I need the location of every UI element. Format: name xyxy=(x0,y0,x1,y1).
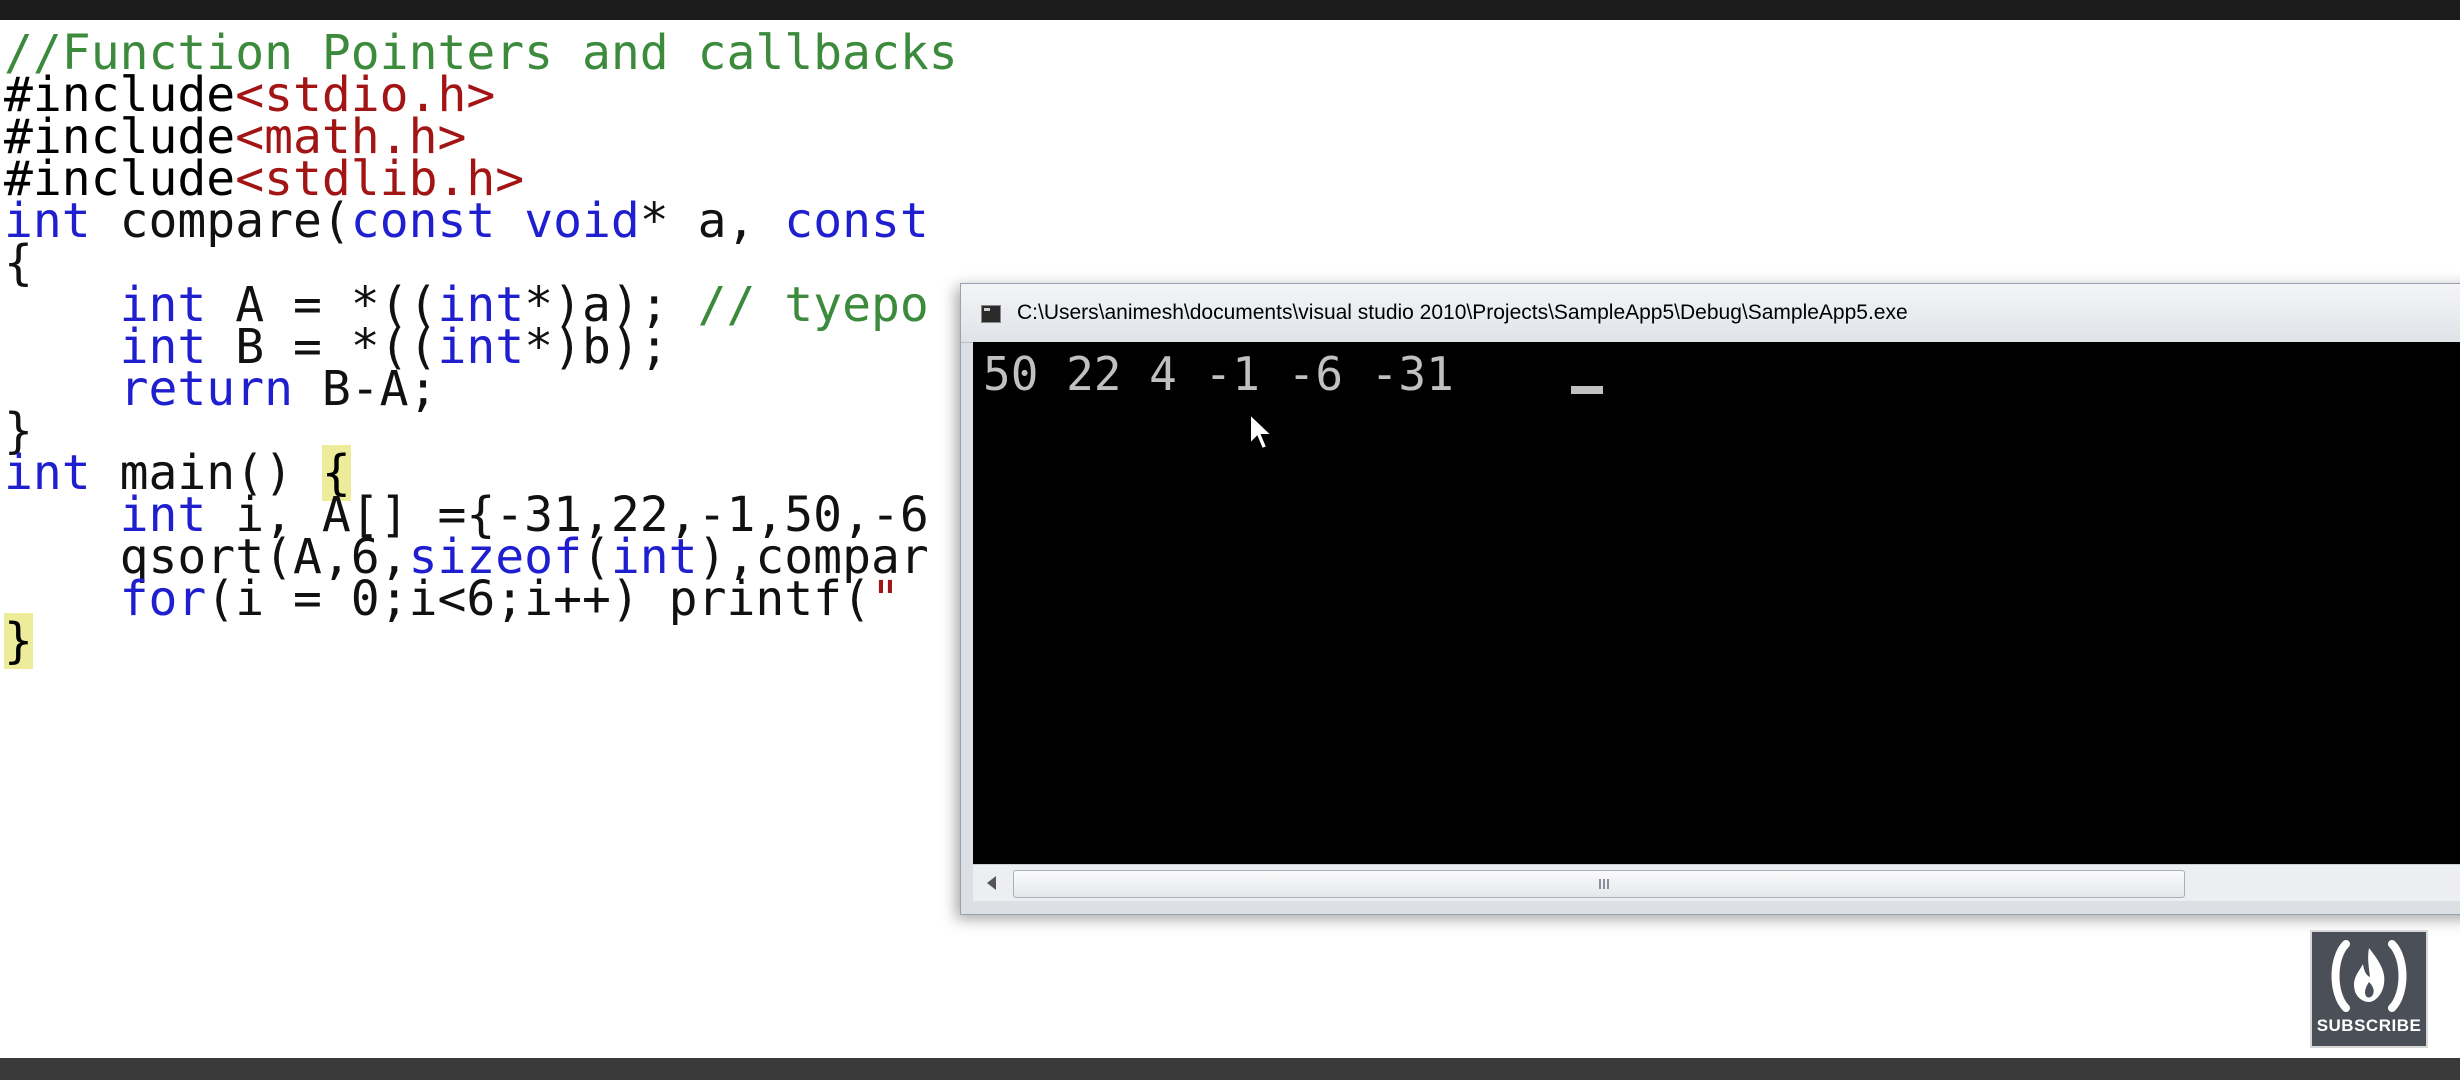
scrollbar-thumb[interactable] xyxy=(1013,870,2185,898)
code-token: *)b); xyxy=(524,319,669,375)
code-token: compare( xyxy=(90,193,351,249)
console-window[interactable]: C:\Users\animesh\documents\visual studio… xyxy=(960,283,2460,915)
horizontal-scrollbar[interactable] xyxy=(973,864,2460,901)
console-output: 50 22 4 -1 -6 -31 xyxy=(983,347,1454,401)
console-titlebar[interactable]: C:\Users\animesh\documents\visual studio… xyxy=(961,284,2460,343)
mouse-pointer-icon xyxy=(1249,412,1275,451)
grip-icon xyxy=(1599,879,1611,889)
code-line: for(i = 0;i<6;i++) printf(" xyxy=(4,566,900,632)
code-token: const xyxy=(784,193,929,249)
code-token: " xyxy=(870,571,900,627)
console-app-icon xyxy=(981,305,1001,323)
console-title: C:\Users\animesh\documents\visual studio… xyxy=(1017,301,1908,324)
scroll-left-button[interactable] xyxy=(973,865,1009,901)
top-bar xyxy=(0,0,2460,20)
code-token: for xyxy=(119,571,207,627)
fire-icon xyxy=(2331,940,2407,1012)
code-token: const xyxy=(350,193,496,249)
code-token: void xyxy=(524,193,640,249)
subscribe-badge[interactable]: SUBSCRIBE xyxy=(2310,930,2428,1048)
code-token: return xyxy=(119,361,293,417)
code-line: int compare(const void* a, const xyxy=(4,188,929,254)
code-token: // tyepo xyxy=(697,277,929,333)
console-screen[interactable]: 50 22 4 -1 -6 -31 xyxy=(973,342,2460,864)
code-line: return B-A; xyxy=(4,356,438,422)
code-token: (i = 0;i<6;i++) printf( xyxy=(206,571,871,627)
arrow-left-icon xyxy=(986,876,996,890)
code-line: } xyxy=(4,608,33,674)
text-cursor xyxy=(1571,386,1603,394)
code-token: int xyxy=(437,319,525,375)
bottom-bar xyxy=(0,1058,2460,1080)
code-token: * a, xyxy=(639,193,785,249)
code-token: B-A; xyxy=(292,361,438,417)
code-token: } xyxy=(4,613,33,669)
subscribe-label: SUBSCRIBE xyxy=(2316,1016,2422,1035)
